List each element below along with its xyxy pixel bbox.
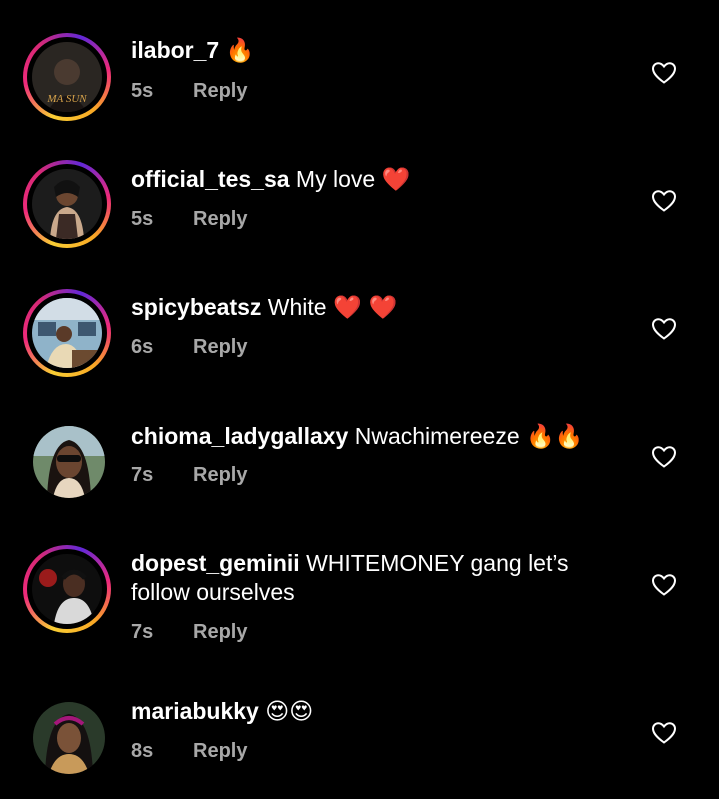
avatar[interactable] [23, 545, 111, 633]
avatar[interactable] [23, 289, 111, 377]
comment-username[interactable]: ilabor_7 [131, 37, 219, 63]
comment-text: dopest_geminii WHITEMONEY gang let’s fol… [131, 549, 631, 607]
comment-meta: 6s Reply [131, 336, 247, 359]
heart-outline-icon[interactable] [651, 189, 677, 213]
comment-timestamp: 8s [131, 740, 154, 762]
comment-meta: 7s Reply [131, 464, 247, 487]
comment-meta: 5s Reply [131, 80, 247, 103]
reply-button[interactable]: Reply [193, 80, 247, 103]
comment-text: mariabukky 😍😍 [131, 697, 631, 727]
reply-button[interactable]: Reply [193, 464, 247, 487]
svg-text:MA SUN: MA SUN [46, 93, 87, 105]
comment-timestamp: 5s [131, 80, 154, 102]
comment-timestamp: 7s [131, 464, 154, 486]
comment-timestamp: 5s [131, 208, 154, 230]
comment-body: White [267, 294, 327, 320]
reply-button[interactable]: Reply [193, 336, 247, 359]
comment-timestamp: 7s [131, 621, 154, 643]
heart-outline-icon[interactable] [651, 445, 677, 469]
comment-username[interactable]: spicybeatsz [131, 294, 261, 320]
comment-username[interactable]: mariabukky [131, 698, 259, 724]
heart-outline-icon[interactable] [651, 61, 677, 85]
comment-body: My love [295, 166, 376, 192]
reply-button[interactable]: Reply [193, 621, 247, 644]
comment-meta: 8s Reply [131, 740, 247, 763]
comment-text: chioma_ladygallaxy Nwachimereeze 🔥🔥 [131, 422, 631, 452]
comment-username[interactable]: chioma_ladygallaxy [131, 423, 348, 449]
heart-outline-icon[interactable] [651, 573, 677, 597]
heart-outline-icon[interactable] [651, 721, 677, 745]
avatar[interactable] [23, 692, 111, 780]
comment-body: Nwachimereeze [354, 423, 520, 449]
comment-timestamp: 6s [131, 336, 154, 358]
reply-button[interactable]: Reply [193, 208, 247, 231]
comment-emoji: 🔥 [225, 38, 255, 64]
comment-body: WHITEMONEY gang let’s [306, 550, 569, 576]
comment-emoji: 😍😍 [265, 699, 314, 725]
comment-meta: 5s Reply [131, 208, 247, 231]
avatar[interactable] [23, 416, 111, 504]
comment-emoji: ❤️ [381, 167, 411, 193]
comment-meta: 7s Reply [131, 621, 247, 644]
comment-text: spicybeatsz White ❤️ ❤️ [131, 293, 631, 323]
comment-username[interactable]: dopest_geminii [131, 550, 300, 576]
comment-text: official_tes_sa My love ❤️ [131, 165, 631, 195]
avatar[interactable]: MA SUN [23, 33, 111, 121]
comment-username[interactable]: official_tes_sa [131, 166, 290, 192]
heart-outline-icon[interactable] [651, 317, 677, 341]
comment-emoji: 🔥🔥 [526, 424, 584, 450]
comment-emoji: ❤️ ❤️ [332, 295, 398, 321]
comment-text: ilabor_7 🔥 [131, 36, 631, 66]
reply-button[interactable]: Reply [193, 740, 247, 763]
avatar[interactable] [23, 160, 111, 248]
comment-body-continued: follow ourselves [131, 579, 295, 605]
